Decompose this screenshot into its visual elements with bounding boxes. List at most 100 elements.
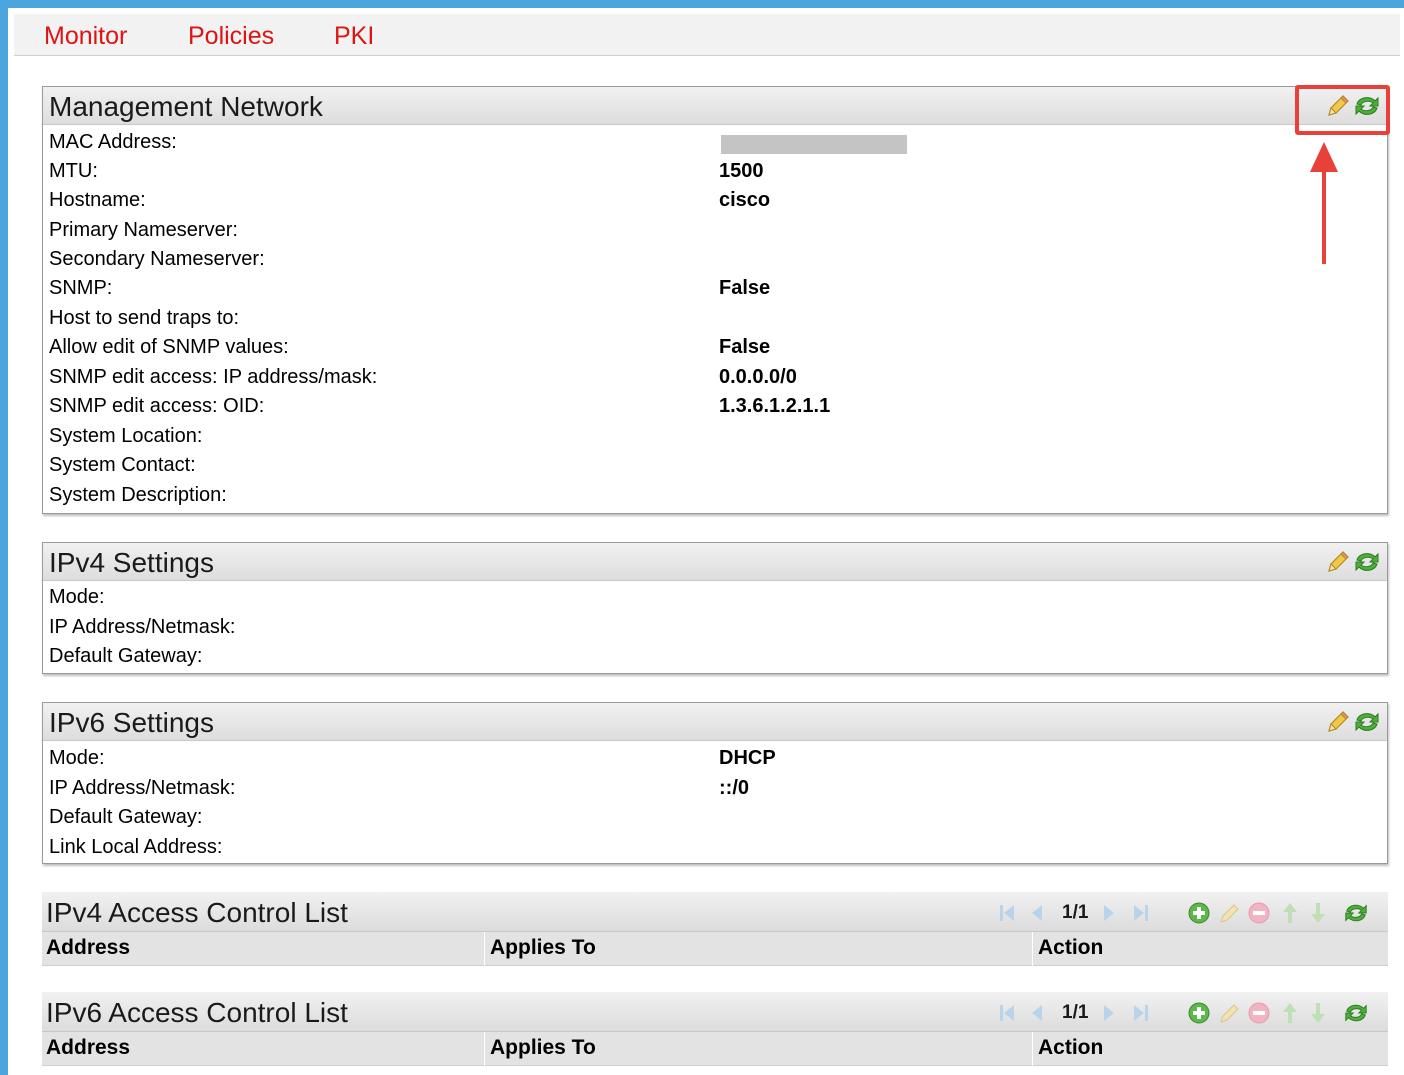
page-indicator: 1/1 bbox=[1062, 902, 1089, 923]
row-value: False bbox=[719, 277, 771, 299]
next-page-icon[interactable] bbox=[1100, 1000, 1118, 1026]
trap-host-row: Host to send traps to: bbox=[49, 307, 1379, 335]
system-location-row: System Location: bbox=[49, 425, 1379, 453]
row-label: Secondary Nameserver: bbox=[49, 248, 265, 270]
primary-nameserver-row: Primary Nameserver: bbox=[49, 219, 1379, 247]
row-label: System Description: bbox=[49, 484, 227, 506]
column-action[interactable]: Action bbox=[1038, 936, 1103, 960]
column-address[interactable]: Address bbox=[46, 1036, 130, 1060]
management-network-panel: Management Network MAC Address: MTU: 150… bbox=[42, 86, 1388, 514]
edit-pencil-icon[interactable] bbox=[1216, 1000, 1242, 1026]
add-icon[interactable] bbox=[1186, 1000, 1212, 1026]
remove-icon[interactable] bbox=[1246, 1000, 1272, 1026]
next-page-icon[interactable] bbox=[1100, 900, 1118, 926]
row-value: 0.0.0.0/0 bbox=[719, 366, 797, 388]
refresh-icon[interactable] bbox=[1342, 1000, 1370, 1026]
acl-header: IPv4 Access Control List 1/1 bbox=[42, 892, 1388, 932]
column-separator bbox=[484, 1032, 485, 1066]
row-label: Host to send traps to: bbox=[49, 307, 240, 329]
row-value: DHCP bbox=[719, 747, 776, 769]
column-separator bbox=[1032, 1032, 1033, 1066]
mtu-row: MTU: 1500 bbox=[49, 160, 1379, 188]
window-frame-left bbox=[0, 0, 8, 1075]
mode-row: Mode: DHCP bbox=[49, 747, 1379, 775]
acl-header: IPv6 Access Control List 1/1 bbox=[42, 992, 1388, 1032]
nav-policies[interactable]: Policies bbox=[188, 22, 274, 51]
edit-pencil-icon[interactable] bbox=[1323, 548, 1351, 576]
row-label: System Location: bbox=[49, 425, 203, 447]
system-description-row: System Description: bbox=[49, 484, 1379, 512]
row-label: MAC Address: bbox=[49, 131, 177, 153]
row-label: Link Local Address: bbox=[49, 836, 223, 858]
row-value: 1500 bbox=[719, 160, 764, 182]
edit-pencil-icon[interactable] bbox=[1323, 708, 1351, 736]
row-label: Hostname: bbox=[49, 189, 146, 211]
panel-header: IPv6 Settings bbox=[43, 703, 1387, 741]
system-contact-row: System Contact: bbox=[49, 454, 1379, 482]
nav-pki[interactable]: PKI bbox=[334, 22, 374, 51]
row-value: cisco bbox=[719, 189, 771, 211]
row-value: False bbox=[719, 336, 771, 358]
nav-monitor[interactable]: Monitor bbox=[44, 22, 127, 51]
move-up-icon[interactable] bbox=[1280, 1000, 1300, 1026]
column-address[interactable]: Address bbox=[46, 936, 130, 960]
last-page-icon[interactable] bbox=[1130, 1000, 1152, 1026]
row-label: Mode: bbox=[49, 747, 105, 769]
ipv6-settings-panel: IPv6 Settings Mode: DHCP IP Address/Netm… bbox=[42, 702, 1388, 864]
panel-title: IPv4 Settings bbox=[49, 547, 214, 578]
row-value: 1.3.6.1.2.1.1 bbox=[719, 395, 831, 417]
panel-title: IPv6 Settings bbox=[49, 707, 214, 738]
row-label: System Contact: bbox=[49, 454, 196, 476]
snmp-row: SNMP: False bbox=[49, 277, 1379, 305]
ipv4-acl-section: IPv4 Access Control List 1/1 Address App… bbox=[42, 892, 1388, 968]
allow-edit-snmp-row: Allow edit of SNMP values: False bbox=[49, 336, 1379, 364]
acl-title: IPv4 Access Control List bbox=[46, 897, 348, 928]
row-label: Allow edit of SNMP values: bbox=[49, 336, 289, 358]
row-label: IP Address/Netmask: bbox=[49, 777, 236, 799]
prev-page-icon[interactable] bbox=[1028, 900, 1046, 926]
column-applies-to[interactable]: Applies To bbox=[490, 936, 596, 960]
arrow-up-icon bbox=[1310, 142, 1338, 264]
ip-netmask-row: IP Address/Netmask: bbox=[49, 616, 1379, 644]
row-label: Default Gateway: bbox=[49, 645, 203, 667]
snmp-oid-row: SNMP edit access: OID: 1.3.6.1.2.1.1 bbox=[49, 395, 1379, 423]
row-label: IP Address/Netmask: bbox=[49, 616, 236, 638]
snmp-ip-mask-row: SNMP edit access: IP address/mask: 0.0.0… bbox=[49, 366, 1379, 394]
row-label: MTU: bbox=[49, 160, 98, 182]
secondary-nameserver-row: Secondary Nameserver: bbox=[49, 248, 1379, 276]
redacted-value bbox=[721, 135, 907, 154]
add-icon[interactable] bbox=[1186, 900, 1212, 926]
column-applies-to[interactable]: Applies To bbox=[490, 1036, 596, 1060]
row-label: Mode: bbox=[49, 586, 105, 608]
column-separator bbox=[1032, 932, 1033, 966]
move-down-icon[interactable] bbox=[1308, 900, 1328, 926]
mode-row: Mode: bbox=[49, 586, 1379, 614]
refresh-icon[interactable] bbox=[1353, 548, 1381, 576]
acl-column-headers: Address Applies To Action bbox=[42, 932, 1388, 966]
last-page-icon[interactable] bbox=[1130, 900, 1152, 926]
edit-pencil-icon[interactable] bbox=[1216, 900, 1242, 926]
row-label: SNMP edit access: IP address/mask: bbox=[49, 366, 378, 388]
prev-page-icon[interactable] bbox=[1028, 1000, 1046, 1026]
row-label: SNMP: bbox=[49, 277, 113, 299]
acl-title: IPv6 Access Control List bbox=[46, 997, 348, 1028]
remove-icon[interactable] bbox=[1246, 900, 1272, 926]
row-value: ::/0 bbox=[719, 777, 749, 799]
move-up-icon[interactable] bbox=[1280, 900, 1300, 926]
default-gateway-row: Default Gateway: bbox=[49, 645, 1379, 673]
column-action[interactable]: Action bbox=[1038, 1036, 1103, 1060]
ip-netmask-row: IP Address/Netmask: ::/0 bbox=[49, 777, 1379, 805]
mac-address-row: MAC Address: bbox=[49, 131, 1379, 159]
refresh-icon[interactable] bbox=[1353, 708, 1381, 736]
page-indicator: 1/1 bbox=[1062, 1002, 1089, 1023]
refresh-icon[interactable] bbox=[1342, 900, 1370, 926]
first-page-icon[interactable] bbox=[996, 1000, 1018, 1026]
panel-header: IPv4 Settings bbox=[43, 543, 1387, 581]
ipv4-settings-panel: IPv4 Settings Mode: IP Address/Netmask: … bbox=[42, 542, 1388, 674]
first-page-icon[interactable] bbox=[996, 900, 1018, 926]
row-label: Default Gateway: bbox=[49, 806, 203, 828]
move-down-icon[interactable] bbox=[1308, 1000, 1328, 1026]
column-separator bbox=[484, 932, 485, 966]
row-label: Primary Nameserver: bbox=[49, 219, 238, 241]
link-local-address-row: Link Local Address: bbox=[49, 836, 1379, 864]
